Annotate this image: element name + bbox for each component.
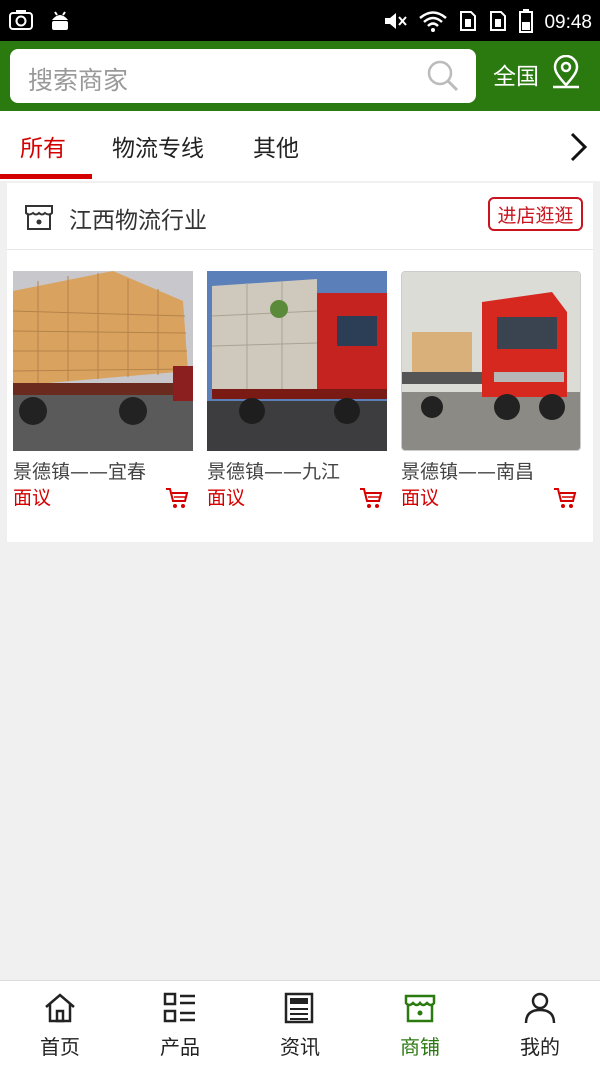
- product-title[interactable]: 景德镇——九江: [207, 457, 340, 484]
- cart-icon[interactable]: [165, 487, 189, 513]
- tab-other[interactable]: 其他: [253, 129, 299, 163]
- nav-products[interactable]: 产品: [120, 981, 240, 1068]
- list-icon: [163, 991, 197, 1029]
- product-price: 面议: [13, 487, 52, 509]
- product-image[interactable]: [207, 271, 387, 451]
- bottom-nav: 首页 产品 资讯 商铺 我的: [0, 980, 600, 1068]
- visit-shop-button[interactable]: 进店逛逛: [488, 197, 583, 231]
- shop-header: 江西物流行业 进店逛逛: [7, 183, 593, 250]
- nav-label: 商铺: [400, 1035, 440, 1059]
- cart-icon[interactable]: [359, 487, 383, 513]
- cart-icon[interactable]: [553, 487, 577, 513]
- product-title[interactable]: 景德镇——宜春: [13, 457, 146, 484]
- nav-home[interactable]: 首页: [0, 981, 120, 1068]
- android-icon: [48, 8, 72, 36]
- chevron-right-icon[interactable]: [568, 131, 588, 167]
- battery-icon: [518, 8, 534, 38]
- sim2-icon: [488, 9, 508, 37]
- product-image[interactable]: [13, 271, 193, 451]
- top-header: 搜索商家 全国: [0, 41, 600, 111]
- product-price: 面议: [207, 487, 246, 509]
- screenshot-icon: [8, 8, 34, 36]
- category-tabs: 所有 物流专线 其他: [0, 111, 600, 181]
- sim1-icon: [458, 9, 478, 37]
- product-price: 面议: [401, 487, 440, 509]
- store-icon: [23, 201, 55, 237]
- location-pin-icon[interactable]: [550, 54, 582, 93]
- nav-label: 我的: [520, 1035, 560, 1059]
- home-icon: [43, 991, 77, 1029]
- product-title[interactable]: 景德镇——南昌: [401, 457, 534, 484]
- search-icon[interactable]: [426, 59, 460, 97]
- nav-label: 产品: [160, 1035, 200, 1059]
- news-icon: [283, 991, 317, 1029]
- shop-icon: [403, 991, 437, 1029]
- tab-logistics-lines[interactable]: 物流专线: [112, 129, 204, 163]
- shop-name: 江西物流行业: [69, 208, 207, 234]
- mute-icon: [382, 9, 408, 37]
- search-box[interactable]: 搜索商家: [10, 49, 476, 103]
- active-tab-indicator: [0, 174, 92, 179]
- nav-label: 首页: [40, 1035, 80, 1059]
- nav-news[interactable]: 资讯: [240, 981, 360, 1068]
- product-image[interactable]: [401, 271, 581, 451]
- nav-label: 资讯: [280, 1035, 320, 1059]
- shop-card: 江西物流行业 进店逛逛 景德镇——宜春 面议 景德镇——九江 面议 景德镇——南…: [7, 183, 593, 542]
- status-bar: 09:48: [0, 0, 600, 41]
- region-selector[interactable]: 全国: [493, 57, 539, 91]
- clock: 09:48: [544, 12, 592, 33]
- nav-shops[interactable]: 商铺: [360, 981, 480, 1068]
- search-input[interactable]: 搜索商家: [28, 61, 128, 97]
- user-icon: [523, 991, 557, 1029]
- tab-all[interactable]: 所有: [20, 129, 66, 163]
- wifi-icon: [418, 9, 448, 37]
- nav-mine[interactable]: 我的: [480, 981, 600, 1068]
